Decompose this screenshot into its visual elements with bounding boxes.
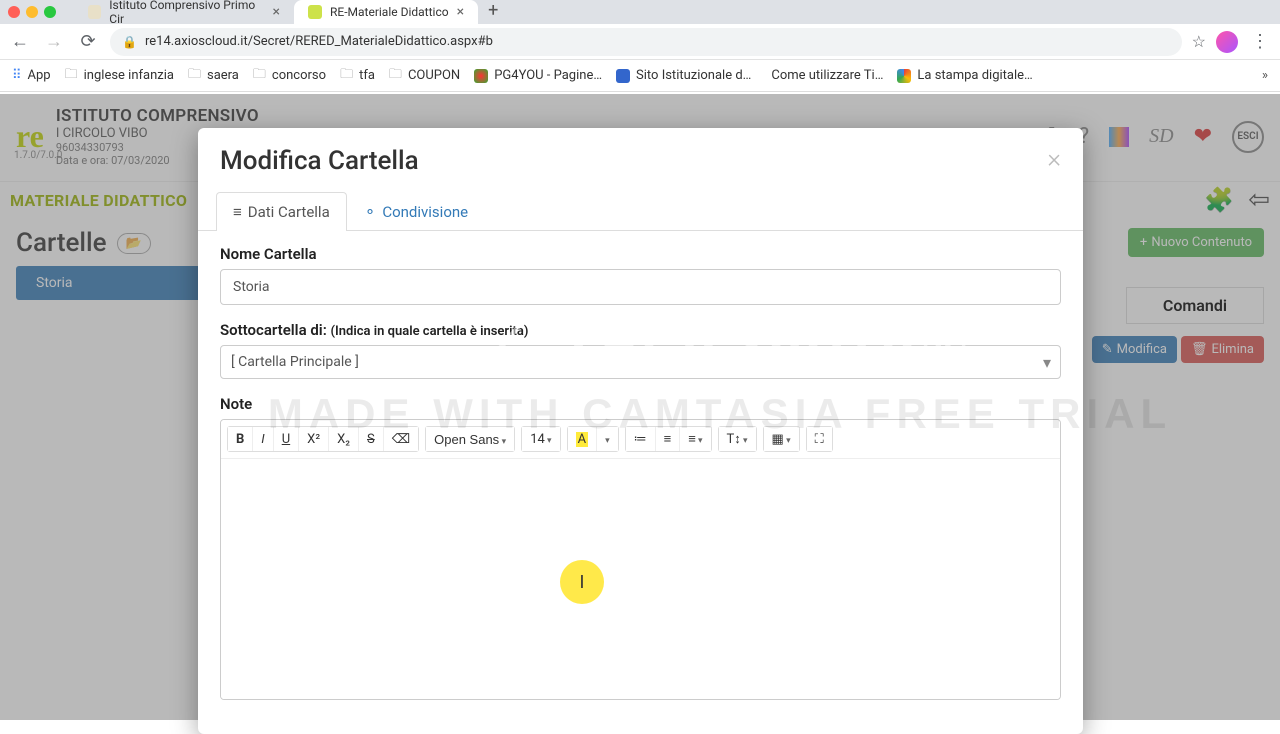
bookmark-item[interactable]: Sito Istituzionale d… xyxy=(616,68,751,83)
bookmark-item[interactable]: La stampa digitale… xyxy=(897,68,1032,83)
url-input[interactable]: 🔒 re14.axioscloud.it/Secret/RERED_Materi… xyxy=(110,28,1182,56)
bookmark-item[interactable]: PG4YOU - Pagine… xyxy=(474,68,602,83)
reload-icon[interactable]: ⟳ xyxy=(76,31,100,52)
bookmarks-overflow[interactable]: » xyxy=(1262,68,1268,83)
ol-button[interactable]: ≡ xyxy=(656,427,681,451)
bold-button[interactable]: B xyxy=(228,427,253,451)
modal-title: Modifica Cartella xyxy=(220,146,419,176)
back-icon[interactable]: ← xyxy=(8,31,32,52)
tab-title: RE-Materiale Didattico xyxy=(330,5,449,19)
browser-tab[interactable]: Istituto Comprensivo Primo Cir × xyxy=(74,0,294,24)
ul-button[interactable]: ≔ xyxy=(626,427,656,451)
browser-tab-active[interactable]: RE-Materiale Didattico × xyxy=(294,0,478,24)
eraser-button[interactable]: ⌫ xyxy=(384,427,418,451)
address-bar: ← → ⟳ 🔒 re14.axioscloud.it/Secret/RERED_… xyxy=(0,24,1280,60)
sottocartella-select[interactable]: [ Cartella Principale ] xyxy=(220,345,1061,379)
strike-button[interactable]: S xyxy=(359,427,384,451)
modifica-cartella-modal: Modifica Cartella × ≡ Dati Cartella ⚬ Co… xyxy=(198,128,1083,734)
tab-title: Istituto Comprensivo Primo Cir xyxy=(109,0,264,26)
share-icon: ⚬ xyxy=(364,203,377,221)
macos-zoom-icon[interactable] xyxy=(44,6,56,18)
tab-dati-cartella[interactable]: ≡ Dati Cartella xyxy=(216,192,347,231)
list-icon: ≡ xyxy=(233,203,242,221)
tab-condivisione[interactable]: ⚬ Condivisione xyxy=(347,192,485,231)
subscript-button[interactable]: X₂ xyxy=(329,427,359,451)
favicon-icon xyxy=(308,5,322,19)
close-icon[interactable]: × xyxy=(1047,146,1061,172)
sottocartella-label: Sottocartella di: (Indica in quale carte… xyxy=(220,321,1061,339)
star-icon[interactable]: ☆ xyxy=(1192,32,1206,51)
menu-icon[interactable]: ⋮ xyxy=(1248,31,1272,52)
bookmark-item[interactable]: 🗀concorso xyxy=(253,65,326,87)
favicon-icon xyxy=(88,5,101,19)
table-button[interactable]: ▦ xyxy=(764,427,799,451)
browser-tab-bar: Istituto Comprensivo Primo Cir × RE-Mate… xyxy=(0,0,1280,24)
close-icon[interactable]: × xyxy=(457,4,464,20)
align-button[interactable]: ≡ xyxy=(680,427,710,451)
editor-toolbar: B I U X² X₂ S ⌫ Open Sans 14 A xyxy=(221,420,1060,459)
bookmarks-bar: ⠿App 🗀inglese infanzia 🗀saera 🗀concorso … xyxy=(0,60,1280,92)
lock-icon: 🔒 xyxy=(122,35,137,49)
new-tab-button[interactable]: + xyxy=(478,0,508,24)
editor-textarea[interactable] xyxy=(221,459,1060,699)
forward-icon: → xyxy=(42,31,66,52)
superscript-button[interactable]: X² xyxy=(299,427,329,451)
fullscreen-button[interactable]: ⛶ xyxy=(807,427,832,451)
apps-button[interactable]: ⠿App xyxy=(12,68,51,83)
nome-cartella-input[interactable] xyxy=(220,269,1061,305)
rich-text-editor: B I U X² X₂ S ⌫ Open Sans 14 A xyxy=(220,419,1061,700)
profile-avatar[interactable] xyxy=(1216,31,1238,53)
underline-button[interactable]: U xyxy=(274,427,299,451)
lineheight-button[interactable]: T↕ xyxy=(719,427,756,451)
bookmark-item[interactable]: 🗀inglese infanzia xyxy=(65,65,174,87)
text-color-button[interactable]: A xyxy=(568,427,597,451)
macos-minimize-icon[interactable] xyxy=(26,6,38,18)
url-text: re14.axioscloud.it/Secret/RERED_Material… xyxy=(145,34,493,49)
nome-cartella-label: Nome Cartella xyxy=(220,245,1061,263)
bookmark-item[interactable]: Come utilizzare Ti… xyxy=(765,68,883,83)
macos-close-icon[interactable] xyxy=(8,6,20,18)
text-color-dropdown[interactable] xyxy=(597,427,618,451)
bookmark-item[interactable]: 🗀saera xyxy=(188,65,239,87)
bookmark-item[interactable]: 🗀COUPON xyxy=(389,65,460,87)
bookmark-item[interactable]: 🗀tfa xyxy=(340,65,375,87)
note-label: Note xyxy=(220,395,1061,413)
font-size-select[interactable]: 14 xyxy=(522,427,559,451)
cursor-highlight: I xyxy=(560,560,604,604)
italic-button[interactable]: I xyxy=(253,427,273,451)
close-icon[interactable]: × xyxy=(273,4,280,20)
font-family-select[interactable]: Open Sans xyxy=(426,427,514,451)
